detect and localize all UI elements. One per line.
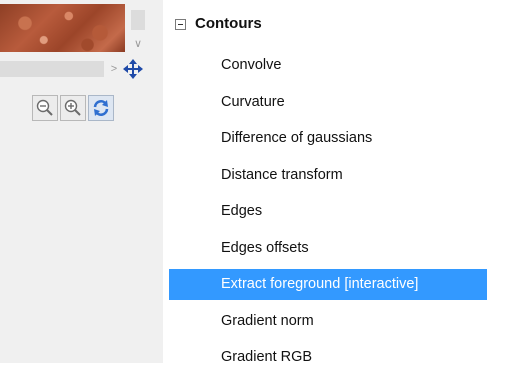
- collapse-icon[interactable]: [175, 19, 186, 30]
- tree-item[interactable]: Gradient norm: [163, 306, 493, 337]
- refresh-button[interactable]: [88, 95, 114, 121]
- zoom-out-button[interactable]: [32, 95, 58, 121]
- tree-item[interactable]: Distance transform: [163, 160, 493, 191]
- refresh-icon: [93, 100, 109, 116]
- scroll-down-arrow-icon[interactable]: ∨: [131, 37, 145, 51]
- tree-category-contours[interactable]: Contours: [163, 14, 506, 36]
- vertical-scroll-thumb[interactable]: [131, 10, 145, 30]
- tree-item[interactable]: Gradient RGB: [163, 342, 493, 373]
- category-label: Contours: [195, 15, 262, 32]
- move-icon[interactable]: [122, 58, 144, 80]
- tree-item[interactable]: Difference of gaussians: [163, 123, 493, 154]
- tree-item[interactable]: Curvature: [163, 87, 493, 118]
- filter-tree: Contours Convolve Curvature Difference of …: [163, 0, 506, 365]
- preview-pane: ∨ >: [0, 0, 163, 363]
- horizontal-scroll-thumb[interactable]: [0, 61, 104, 77]
- zoom-out-icon: [36, 99, 53, 116]
- tree-item[interactable]: Edges offsets: [163, 233, 493, 264]
- tree-item[interactable]: Convolve: [163, 50, 493, 81]
- preview-image[interactable]: [0, 4, 125, 52]
- tree-item[interactable]: Extract foreground [interactive]: [169, 269, 487, 300]
- zoom-in-button[interactable]: [60, 95, 86, 121]
- zoom-in-icon: [64, 99, 81, 116]
- scroll-right-arrow-icon[interactable]: >: [108, 61, 120, 77]
- tree-item[interactable]: Edges: [163, 196, 493, 227]
